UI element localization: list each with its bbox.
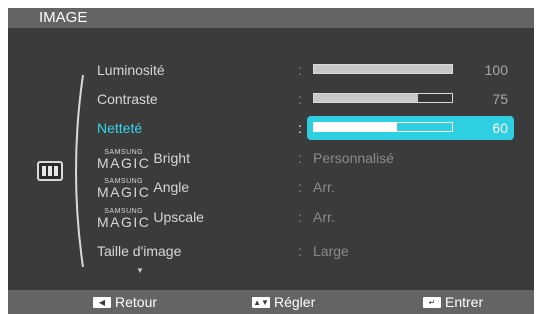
separator: : <box>298 91 302 107</box>
menu-item-text: Bright <box>153 150 190 166</box>
slider-fill <box>314 94 418 102</box>
option-value: Personnalisé <box>313 150 394 166</box>
back-label: Retour <box>115 294 158 310</box>
enter-key-icon: ↵ <box>423 296 441 308</box>
contraste-slider[interactable] <box>313 93 453 103</box>
enter-label: Entrer <box>445 294 484 310</box>
menu-item-magic-upscale[interactable]: SAMSUNG MAGIC Upscale : Arr. <box>8 205 534 229</box>
separator: : <box>298 243 302 259</box>
nettete-slider[interactable] <box>313 122 453 132</box>
menu-item-label: Netteté <box>97 120 143 136</box>
up-down-key-icon: ▲▼ <box>252 296 270 308</box>
samsung-magic-logo: SAMSUNG MAGIC <box>97 207 151 230</box>
enter-button[interactable]: ↵ Entrer <box>423 290 483 314</box>
separator: : <box>298 62 302 78</box>
separator: : <box>298 120 302 136</box>
menu-item-magic-angle[interactable]: SAMSUNG MAGIC Angle : Arr. <box>8 175 534 199</box>
option-value: Arr. <box>313 209 335 225</box>
slider-fill <box>314 123 397 131</box>
option-value: Arr. <box>313 179 335 195</box>
menu-item-label: SAMSUNG MAGIC Angle <box>97 175 189 199</box>
option-value: Large <box>313 243 349 259</box>
menu-item-magic-bright[interactable]: SAMSUNG MAGIC Bright : Personnalisé <box>8 146 534 170</box>
menu-item-contraste[interactable]: Contraste : 75 <box>8 87 534 111</box>
menu-item-label: SAMSUNG MAGIC Upscale <box>97 205 204 229</box>
slider-fill <box>314 65 452 73</box>
menu-item-label: Contraste <box>97 91 158 107</box>
luminosite-slider[interactable] <box>313 64 453 74</box>
menu-item-text: Angle <box>153 179 190 195</box>
slider-value: 100 <box>484 62 508 78</box>
menu-item-taille-image[interactable]: Taille d'image : Large <box>8 239 534 263</box>
adjust-label: Régler <box>274 294 316 310</box>
menu-item-text: Upscale <box>153 209 204 225</box>
separator: : <box>298 179 302 195</box>
menu-title: IMAGE <box>39 9 88 26</box>
separator: : <box>298 209 302 225</box>
title-bar: IMAGE <box>8 8 534 28</box>
osd-menu: IMAGE Luminosité : 100 Contraste : 75 Ne… <box>8 8 534 314</box>
left-arrow-key-icon: ◀ <box>93 296 111 308</box>
footer-bar: ◀ Retour ▲▼ Régler ↵ Entrer <box>8 290 534 314</box>
slider-value: 75 <box>492 91 508 107</box>
menu-item-label: Luminosité <box>97 62 165 78</box>
menu-item-luminosite[interactable]: Luminosité : 100 <box>8 58 534 82</box>
scroll-down-icon[interactable]: ▼ <box>136 266 144 275</box>
slider-value: 60 <box>492 120 508 136</box>
menu-item-nettete[interactable]: Netteté : 60 <box>8 116 534 140</box>
menu-item-label: Taille d'image <box>97 243 182 259</box>
samsung-magic-logo: SAMSUNG MAGIC <box>97 148 151 171</box>
separator: : <box>298 150 302 166</box>
adjust-button[interactable]: ▲▼ Régler <box>252 290 315 314</box>
back-button[interactable]: ◀ Retour <box>93 290 157 314</box>
samsung-magic-logo: SAMSUNG MAGIC <box>97 177 151 200</box>
menu-item-label: SAMSUNG MAGIC Bright <box>97 146 190 170</box>
